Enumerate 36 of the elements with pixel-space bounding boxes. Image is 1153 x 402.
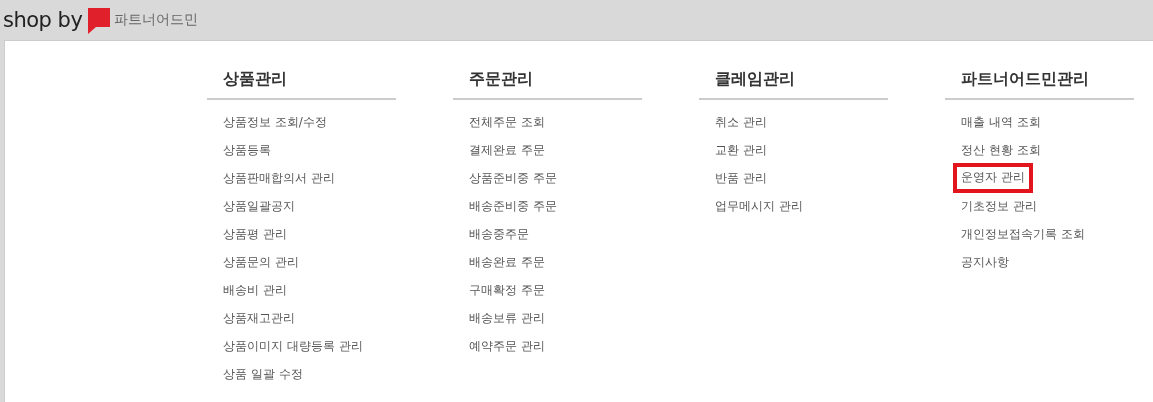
menu-link[interactable]: 매출 내역 조회 <box>961 108 1041 136</box>
menu-link[interactable]: 상품평 관리 <box>223 220 287 248</box>
menu-link[interactable]: 상품정보 조회/수정 <box>223 108 327 136</box>
menu-link[interactable]: 공지사항 <box>961 248 1009 276</box>
menu-heading: 주문관리 <box>453 41 642 100</box>
menu-link[interactable]: 전체주문 조회 <box>469 108 545 136</box>
flag-icon <box>88 8 111 34</box>
logo-text: shop by <box>3 8 83 32</box>
menu-link[interactable]: 교환 관리 <box>715 136 767 164</box>
menu-link[interactable]: 배송준비중 주문 <box>469 192 557 220</box>
menu-link[interactable]: 상품문의 관리 <box>223 248 299 276</box>
menu-link[interactable]: 업무메시지 관리 <box>715 192 803 220</box>
menu-link[interactable]: 개인정보접속기록 조회 <box>961 220 1085 248</box>
menu-link[interactable]: 취소 관리 <box>715 108 767 136</box>
menu-link[interactable]: 배송완료 주문 <box>469 248 545 276</box>
menu-link[interactable]: 배송중주문 <box>469 220 529 248</box>
menu-link[interactable]: 상품 일괄 수정 <box>223 360 303 388</box>
menu-link[interactable]: 기초정보 관리 <box>961 192 1037 220</box>
menu-link[interactable]: 상품판매합의서 관리 <box>223 164 335 192</box>
menu-link[interactable]: 상품재고관리 <box>223 304 295 332</box>
menu-link[interactable]: 상품준비중 주문 <box>469 164 557 192</box>
menu-link[interactable]: 예약주문 관리 <box>469 332 545 360</box>
menu-heading: 상품관리 <box>207 41 396 100</box>
menu-link[interactable]: 상품등록 <box>223 136 271 164</box>
menu-link[interactable]: 배송비 관리 <box>223 276 287 304</box>
menu-link[interactable]: 배송보류 관리 <box>469 304 545 332</box>
menu-link[interactable]: 운영자 관리 <box>956 166 1030 190</box>
menu-heading: 파트너어드민관리 <box>945 41 1134 100</box>
menu-heading: 클레임관리 <box>699 41 888 100</box>
menu-link[interactable]: 반품 관리 <box>715 164 767 192</box>
menu-link[interactable]: 구매확정 주문 <box>469 276 545 304</box>
menu-link[interactable]: 상품일괄공지 <box>223 192 295 220</box>
app-subtitle: 파트너어드민 <box>114 11 199 29</box>
menu-link[interactable]: 정산 현황 조회 <box>961 136 1041 164</box>
menu-link[interactable]: 결제완료 주문 <box>469 136 545 164</box>
menu-link[interactable]: 상품이미지 대량등록 관리 <box>223 332 363 360</box>
